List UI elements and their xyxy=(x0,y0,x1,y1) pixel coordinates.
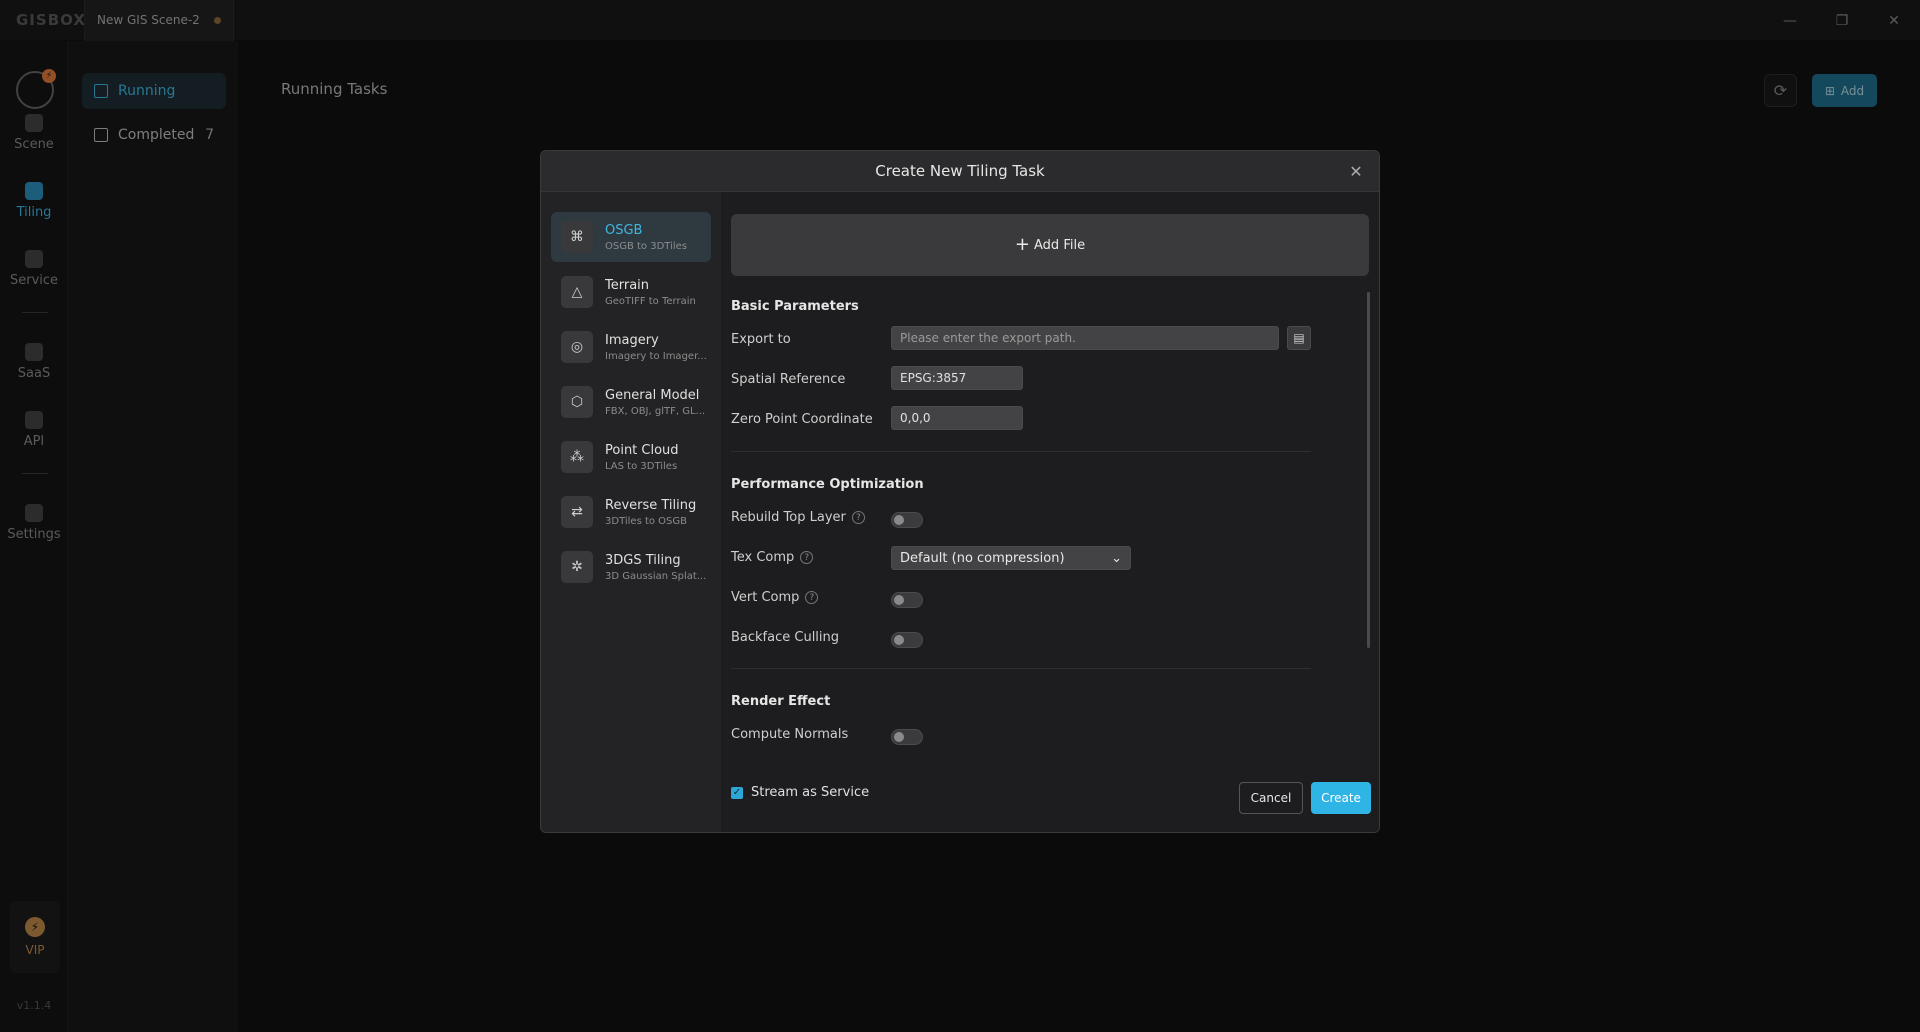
type-item-osgb[interactable]: ⌘ OSGB OSGB to 3DTiles xyxy=(551,212,711,262)
zero-point-text: Zero Point Coordinate xyxy=(731,412,873,427)
dialog-header: Create New Tiling Task ✕ xyxy=(541,151,1379,192)
osgb-icon: ⌘ xyxy=(561,221,593,253)
type-name: Terrain xyxy=(605,277,650,293)
type-name: Point Cloud xyxy=(605,442,679,458)
chevron-down-icon: ⌄ xyxy=(1111,550,1122,566)
task-type-list: ⌘ OSGB OSGB to 3DTiles △ Terrain GeoTIFF t… xyxy=(541,192,721,832)
help-icon[interactable]: ? xyxy=(851,511,865,524)
export-to-label: Export to xyxy=(731,332,791,347)
type-item-point-cloud[interactable]: ⁂ Point Cloud LAS to 3DTiles xyxy=(551,432,711,482)
render-effect-title: Render Effect xyxy=(731,694,831,709)
add-file-label: Add File xyxy=(1034,237,1086,253)
rebuild-top-layer-label: Rebuild Top Layer? xyxy=(731,510,865,525)
reverse-tiling-icon: ⇄ xyxy=(561,496,593,528)
create-tiling-task-dialog: Create New Tiling Task ✕ ⌘ OSGB OSGB to 3… xyxy=(540,150,1380,833)
zero-point-input[interactable]: 0,0,0 xyxy=(891,406,1023,430)
type-item-reverse-tiling[interactable]: ⇄ Reverse Tiling 3DTiles to OSGB xyxy=(551,487,711,537)
tex-comp-label: Tex Comp? xyxy=(731,550,814,565)
dialog-title: Create New Tiling Task xyxy=(875,162,1045,180)
section-divider xyxy=(731,668,1311,669)
close-dialog-button[interactable]: ✕ xyxy=(1347,161,1365,181)
compute-normals-text: Compute Normals xyxy=(731,727,849,742)
backface-culling-label: Backface Culling xyxy=(731,630,839,645)
type-name: Imagery xyxy=(605,332,659,348)
basic-parameters-title: Basic Parameters xyxy=(731,299,859,314)
export-to-text: Export to xyxy=(731,332,791,347)
type-name: 3DGS Tiling xyxy=(605,552,681,568)
rebuild-top-layer-toggle[interactable] xyxy=(891,512,923,528)
vert-comp-label: Vert Comp? xyxy=(731,590,819,605)
rebuild-top-layer-text: Rebuild Top Layer xyxy=(731,510,846,525)
type-item-general-model[interactable]: ⬡ General Model FBX, OBJ, glTF, GL... xyxy=(551,377,711,427)
stream-as-service-row[interactable]: ✓ Stream as Service xyxy=(731,785,869,800)
zero-point-label: Zero Point Coordinate xyxy=(731,412,873,427)
point-cloud-icon: ⁂ xyxy=(561,441,593,473)
backface-culling-toggle[interactable] xyxy=(891,632,923,648)
imagery-icon: ◎ xyxy=(561,331,593,363)
compute-normals-toggle[interactable] xyxy=(891,729,923,745)
add-file-button[interactable]: + Add File xyxy=(731,214,1369,276)
type-name: OSGB xyxy=(605,222,643,238)
compute-normals-label: Compute Normals xyxy=(731,727,848,742)
type-desc: GeoTIFF to Terrain xyxy=(605,295,696,307)
stream-as-service-label: Stream as Service xyxy=(751,785,870,800)
help-icon[interactable]: ? xyxy=(800,551,814,564)
export-path-input[interactable]: Please enter the export path. xyxy=(891,326,1279,350)
vert-comp-text: Vert Comp xyxy=(731,590,800,605)
type-item-3dgs-tiling[interactable]: ✲ 3DGS Tiling 3D Gaussian Splat... xyxy=(551,542,711,592)
performance-optimization-title: Performance Optimization xyxy=(731,477,924,492)
spatial-reference-input[interactable]: EPSG:3857 xyxy=(891,366,1023,390)
type-name: Reverse Tiling xyxy=(605,497,697,513)
tex-comp-text: Tex Comp xyxy=(731,550,795,565)
stream-as-service-checkbox[interactable]: ✓ xyxy=(731,786,743,799)
type-desc: OSGB to 3DTiles xyxy=(605,240,688,252)
type-name: General Model xyxy=(605,387,700,403)
type-desc: LAS to 3DTiles xyxy=(605,460,678,472)
spatial-reference-label: Spatial Reference xyxy=(731,372,845,387)
create-button[interactable]: Create xyxy=(1311,782,1371,814)
form-scrollbar[interactable] xyxy=(1367,292,1370,648)
tex-comp-select[interactable]: Default (no compression) ⌄ xyxy=(891,546,1131,570)
type-item-terrain[interactable]: △ Terrain GeoTIFF to Terrain xyxy=(551,267,711,317)
backface-culling-text: Backface Culling xyxy=(731,630,840,645)
folder-icon: ▤ xyxy=(1293,331,1305,345)
type-desc: FBX, OBJ, glTF, GL... xyxy=(605,405,706,417)
browse-folder-button[interactable]: ▤ xyxy=(1287,326,1311,350)
type-desc: 3DTiles to OSGB xyxy=(605,515,688,527)
vert-comp-toggle[interactable] xyxy=(891,592,923,608)
type-desc: Imagery to Imager... xyxy=(605,350,707,362)
section-divider xyxy=(731,451,1311,452)
type-item-imagery[interactable]: ◎ Imagery Imagery to Imager... xyxy=(551,322,711,372)
spatial-reference-text: Spatial Reference xyxy=(731,372,846,387)
plus-icon: + xyxy=(1014,234,1031,255)
terrain-icon: △ xyxy=(561,276,593,308)
help-icon[interactable]: ? xyxy=(805,591,819,604)
cancel-button[interactable]: Cancel xyxy=(1239,782,1303,814)
model-icon: ⬡ xyxy=(561,386,593,418)
type-desc: 3D Gaussian Splat... xyxy=(605,570,707,582)
close-icon: ✕ xyxy=(1349,161,1363,181)
tex-comp-value: Default (no compression) xyxy=(900,550,1065,566)
task-form: + Add File Basic Parameters Export to Pl… xyxy=(721,192,1379,832)
3dgs-icon: ✲ xyxy=(561,551,593,583)
